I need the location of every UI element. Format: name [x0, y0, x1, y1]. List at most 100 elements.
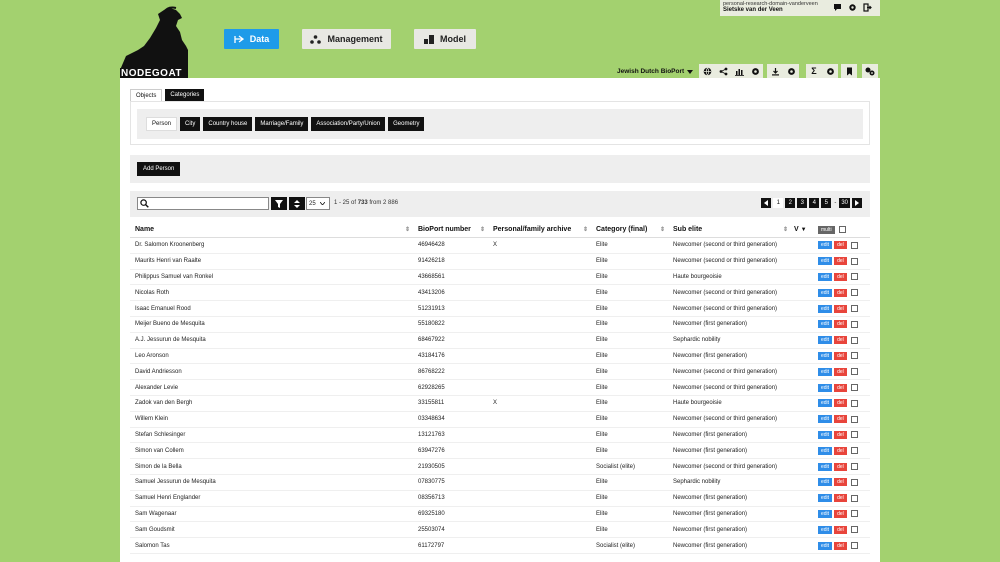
logout-icon[interactable]	[863, 3, 872, 12]
table-row[interactable]: Nicolas Roth 43413206 Elite Newcomer (secon…	[130, 285, 870, 302]
table-row[interactable]: David Andriesson 86768222 Elite Newcomer (s…	[130, 364, 870, 381]
edit-button[interactable]: edit	[818, 478, 833, 487]
row-checkbox[interactable]	[850, 305, 858, 313]
delete-button[interactable]: del	[834, 478, 847, 487]
edit-button[interactable]: edit	[818, 320, 833, 329]
delete-button[interactable]: del	[834, 541, 847, 550]
table-row[interactable]: Simon van Collem 63947276 Elite Newcomer (f…	[130, 443, 870, 460]
table-row[interactable]: Dr. Salomon Kroonenberg 46946428 X Elite New…	[130, 238, 870, 254]
delete-button[interactable]: del	[834, 304, 847, 313]
edit-button[interactable]: edit	[818, 304, 833, 313]
table-row[interactable]: Simon de la Bella 21930505 Socialist (elit…	[130, 459, 870, 475]
visualise-settings-button[interactable]	[747, 64, 763, 78]
page-4-button[interactable]: 4	[809, 198, 820, 208]
bookmark-button[interactable]	[841, 64, 857, 78]
delete-button[interactable]: del	[834, 351, 847, 360]
subtab-association-party-union[interactable]: Association/Party/Union	[311, 117, 386, 131]
table-row[interactable]: Alexander Levie 62928265 Elite Newcomer (se…	[130, 380, 870, 396]
table-row[interactable]: A.J. Jessurun de Mesquita 68467922 Elite Se…	[130, 333, 870, 349]
row-checkbox[interactable]	[850, 447, 858, 455]
edit-button[interactable]: edit	[818, 351, 833, 360]
table-row[interactable]: Meijer Bueno de Mesquita 55180822 Elite New…	[130, 317, 870, 333]
nav-model-button[interactable]: Model	[414, 29, 476, 49]
column-header-bioport[interactable]: BioPort number ⇕	[413, 226, 488, 233]
row-checkbox[interactable]	[850, 478, 858, 486]
edit-button[interactable]: edit	[818, 415, 833, 424]
edit-button[interactable]: edit	[818, 367, 833, 376]
column-header-name[interactable]: Name ⇕	[130, 226, 413, 233]
row-checkbox[interactable]	[850, 352, 858, 360]
delete-button[interactable]: del	[834, 399, 847, 408]
row-checkbox[interactable]	[850, 257, 858, 265]
social-visualise-button[interactable]	[715, 64, 731, 78]
edit-button[interactable]: edit	[818, 494, 833, 503]
sort-button[interactable]	[289, 197, 305, 210]
edit-button[interactable]: edit	[818, 288, 833, 297]
column-header-subelite[interactable]: Sub elite ⇕	[668, 226, 791, 233]
edit-button[interactable]: edit	[818, 241, 833, 250]
delete-button[interactable]: del	[834, 367, 847, 376]
prev-page-button[interactable]	[761, 198, 772, 208]
subtab-marriage-family[interactable]: Marriage/Family	[255, 117, 309, 131]
row-checkbox[interactable]	[850, 384, 858, 392]
delete-button[interactable]: del	[834, 446, 847, 455]
row-checkbox[interactable]	[850, 399, 858, 407]
table-row[interactable]: Maurits Henri van Raalte 91426218 Elite New…	[130, 254, 870, 270]
row-checkbox[interactable]	[850, 368, 858, 376]
table-row[interactable]: Samuel Henri Englander 08356713 Elite Newco…	[130, 491, 870, 507]
row-checkbox[interactable]	[850, 542, 858, 550]
delete-button[interactable]: del	[834, 336, 847, 345]
delete-button[interactable]: del	[834, 494, 847, 503]
table-row[interactable]: Samuel Jessurun de Mesquita 07830775 Elite…	[130, 475, 870, 491]
multi-button[interactable]: multi	[818, 225, 835, 234]
delete-button[interactable]: del	[834, 509, 847, 518]
subtab-country-house[interactable]: Country house	[203, 117, 253, 131]
tab-objects[interactable]: Objects	[130, 89, 163, 101]
edit-button[interactable]: edit	[818, 383, 833, 392]
select-all-checkbox[interactable]	[838, 226, 846, 233]
settings-gear-icon[interactable]	[848, 3, 857, 12]
edit-button[interactable]: edit	[818, 541, 833, 550]
table-row[interactable]: Sam Goudsmit 25503074 Elite Newcomer (first…	[130, 522, 870, 539]
row-checkbox[interactable]	[850, 463, 858, 471]
nav-data-button[interactable]: Data	[224, 29, 279, 49]
nodegoat-logo[interactable]: NODEGOAT	[120, 6, 188, 79]
add-person-button[interactable]: Add Person	[137, 162, 181, 176]
geo-visualise-button[interactable]	[699, 64, 715, 78]
nav-management-button[interactable]: Management	[302, 29, 391, 49]
row-checkbox[interactable]	[850, 431, 858, 439]
page-1-button[interactable]: 1	[773, 198, 784, 208]
page-5-button[interactable]: 5	[821, 198, 832, 208]
analyse-settings-button[interactable]	[822, 64, 838, 78]
edit-button[interactable]: edit	[818, 525, 833, 534]
delete-button[interactable]: del	[834, 462, 847, 471]
row-checkbox[interactable]	[850, 273, 858, 281]
export-settings-button[interactable]	[783, 64, 799, 78]
page-2-button[interactable]: 2	[785, 198, 796, 208]
tab-categories[interactable]: Categories	[165, 89, 205, 101]
edit-button[interactable]: edit	[818, 399, 833, 408]
search-input[interactable]	[137, 197, 269, 210]
column-header-category[interactable]: Category (final) ⇕	[591, 226, 668, 233]
delete-button[interactable]: del	[834, 430, 847, 439]
table-row[interactable]: Zadok van den Bergh 33155811 X Elite Haute b…	[130, 396, 870, 412]
delete-button[interactable]: del	[834, 383, 847, 392]
page-3-button[interactable]: 3	[797, 198, 808, 208]
edit-button[interactable]: edit	[818, 336, 833, 345]
row-checkbox[interactable]	[850, 415, 858, 423]
project-selector[interactable]: Jewish Dutch BioPort	[617, 68, 694, 75]
table-row[interactable]: Leo Aronson 43184176 Elite Newcomer (first …	[130, 349, 870, 365]
subtab-geometry[interactable]: Geometry	[388, 117, 425, 131]
delete-button[interactable]: del	[834, 241, 847, 250]
edit-button[interactable]: edit	[818, 462, 833, 471]
export-button[interactable]	[767, 64, 783, 78]
delete-button[interactable]: del	[834, 288, 847, 297]
page-size-select[interactable]: 25	[306, 197, 330, 210]
scope-button[interactable]	[862, 64, 878, 78]
row-checkbox[interactable]	[850, 320, 858, 328]
delete-button[interactable]: del	[834, 272, 847, 281]
page-last-button[interactable]: 30	[839, 198, 850, 208]
next-page-button[interactable]	[852, 198, 862, 208]
delete-button[interactable]: del	[834, 525, 847, 534]
subtab-city[interactable]: City	[180, 117, 201, 131]
